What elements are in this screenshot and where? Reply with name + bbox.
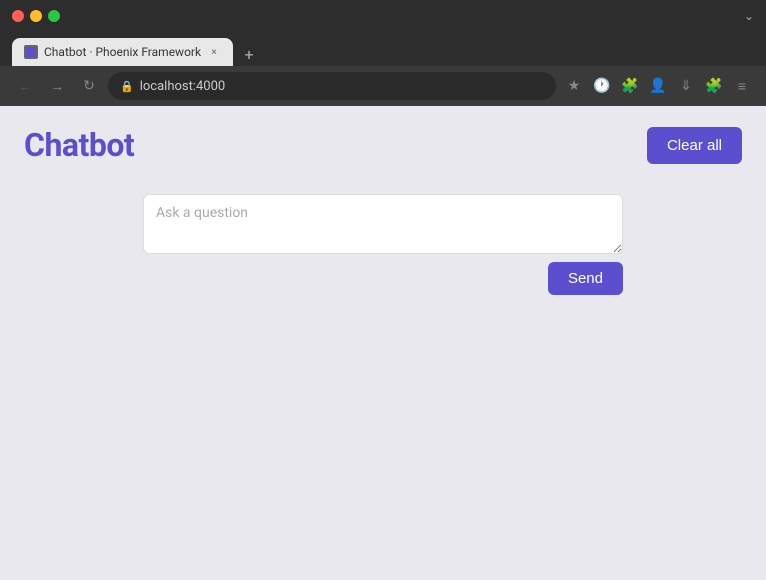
page-header: Chatbot Clear all [24, 126, 742, 164]
back-button[interactable]: ← [12, 73, 38, 99]
send-button[interactable]: Send [548, 262, 623, 295]
minimize-button[interactable] [30, 10, 42, 22]
page-title: Chatbot [24, 126, 134, 164]
browser-chrome: ⌄ Chatbot · Phoenix Framework × + ← → ↻ … [0, 0, 766, 106]
reload-button[interactable]: ↻ [76, 73, 102, 99]
extensions-icon[interactable]: 🧩 [618, 74, 642, 98]
bookmark-icon[interactable]: ★ [562, 74, 586, 98]
clear-all-button[interactable]: Clear all [647, 127, 742, 164]
window-controls-right: ⌄ [744, 9, 754, 23]
puzzle-icon[interactable]: 🧩 [702, 74, 726, 98]
question-input[interactable] [143, 194, 623, 254]
forward-button[interactable]: → [44, 73, 70, 99]
tab-close-button[interactable]: × [207, 45, 221, 59]
download-icon[interactable]: ⇓ [674, 74, 698, 98]
profile-icon[interactable]: 👤 [646, 74, 670, 98]
lock-icon: 🔒 [120, 80, 134, 93]
traffic-lights [12, 10, 60, 22]
tab-bar: Chatbot · Phoenix Framework × + [0, 32, 766, 66]
address-bar[interactable]: 🔒 localhost:4000 [108, 72, 556, 100]
menu-icon[interactable]: ≡ [730, 74, 754, 98]
title-bar: ⌄ [0, 0, 766, 32]
address-text: localhost:4000 [140, 79, 226, 94]
toolbar: ← → ↻ 🔒 localhost:4000 ★ 🕐 🧩 👤 ⇓ 🧩 ≡ [0, 66, 766, 106]
chevron-down-icon: ⌄ [744, 9, 754, 23]
toolbar-actions: ★ 🕐 🧩 👤 ⇓ 🧩 ≡ [562, 74, 754, 98]
send-btn-container: Send [143, 262, 623, 295]
tab-favicon [24, 45, 38, 59]
new-tab-button[interactable]: + [237, 42, 261, 66]
close-button[interactable] [12, 10, 24, 22]
history-icon[interactable]: 🕐 [590, 74, 614, 98]
active-tab[interactable]: Chatbot · Phoenix Framework × [12, 38, 233, 66]
tab-title: Chatbot · Phoenix Framework [44, 45, 201, 59]
maximize-button[interactable] [48, 10, 60, 22]
page-content: Chatbot Clear all Send [0, 106, 766, 580]
